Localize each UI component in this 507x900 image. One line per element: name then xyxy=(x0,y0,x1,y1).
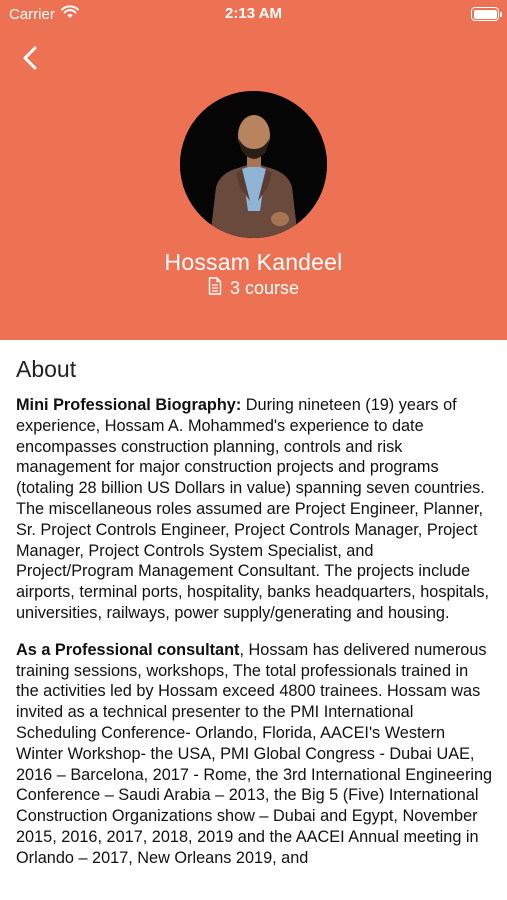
course-count-label: 3 course xyxy=(229,278,300,298)
document-icon xyxy=(208,277,222,300)
chevron-left-icon xyxy=(21,45,39,76)
about-section: About Mini Professional Biography: Durin… xyxy=(16,340,494,869)
profile-name: Hossam Kandeel xyxy=(164,249,343,275)
status-time: 2:13 AM xyxy=(225,5,282,22)
status-bar: Carrier 2:13 AM xyxy=(0,0,507,28)
back-button[interactable] xyxy=(14,44,46,76)
biography-lead: Mini Professional Biography: xyxy=(16,396,242,414)
consultant-body: , Hossam has delivered numerous training… xyxy=(16,640,493,867)
biography-paragraph: Mini Professional Biography: During nine… xyxy=(16,395,494,624)
biography-body: During nineteen (19) years of experience… xyxy=(16,396,489,622)
course-count: 3 course xyxy=(0,277,507,300)
avatar xyxy=(180,91,327,238)
consultant-lead: As a Professional consultant xyxy=(16,640,240,659)
battery-icon xyxy=(471,7,502,21)
consultant-paragraph: As a Professional consultant, Hossam has… xyxy=(16,640,494,869)
about-title: About xyxy=(16,356,77,382)
profile-header: Carrier 2:13 AM Hossam Kandeel 3 course xyxy=(0,0,507,340)
